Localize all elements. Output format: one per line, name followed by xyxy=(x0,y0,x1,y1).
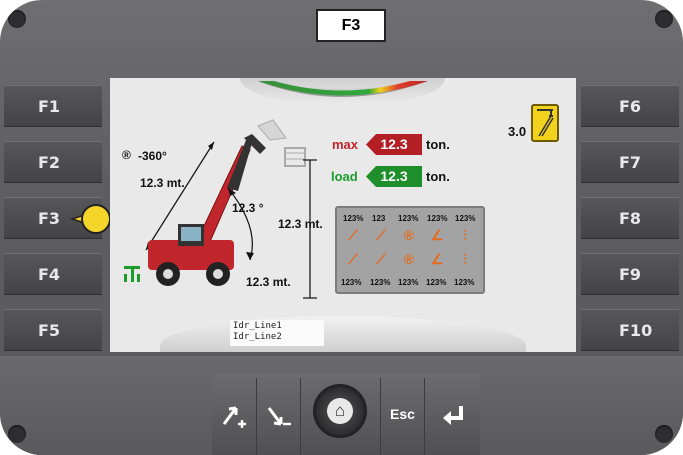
f5-key[interactable]: F5 xyxy=(4,309,102,351)
f10-key[interactable]: F10 xyxy=(581,309,679,351)
increase-icon xyxy=(222,406,246,428)
boom-angle-value: 12.3 ° xyxy=(232,201,264,215)
pointer-marker-icon xyxy=(70,204,111,234)
display-screen: ® -360° 12.3 mt. 12.3 ° 12.3 mt. 12.3 mt… xyxy=(110,78,576,352)
boom-extend-icon: ⟋ xyxy=(376,227,386,243)
bottom-bar xyxy=(160,316,526,352)
f6-key[interactable]: F6 xyxy=(581,85,679,127)
grid-top-value: 123% xyxy=(455,214,476,223)
load-label: load xyxy=(331,169,358,184)
idr-line-2: Idr_Line2 xyxy=(233,332,282,342)
separator xyxy=(300,378,301,455)
grid-bottom-value: 123% xyxy=(341,278,362,287)
enter-button[interactable] xyxy=(425,374,480,455)
f9-key[interactable]: F9 xyxy=(581,253,679,295)
increase-button[interactable] xyxy=(212,374,256,455)
ratio-value: 3.0 xyxy=(508,124,527,139)
decrease-icon xyxy=(267,407,291,426)
winch-icon: ⫶ xyxy=(463,227,467,243)
grid-bottom-value: 123% xyxy=(370,278,391,287)
reach-value: 12.3 mt. xyxy=(246,275,291,289)
idr-line-1: Idr_Line1 xyxy=(233,321,282,331)
grid-bottom-value: 123% xyxy=(398,278,419,287)
winch-icon: ⫶ xyxy=(463,251,467,267)
max-unit: ton. xyxy=(426,137,450,152)
mount-hole xyxy=(655,425,673,443)
mount-hole xyxy=(8,425,26,443)
rotation-icon: ® xyxy=(403,251,415,267)
boom-length-value: 12.3 mt. xyxy=(140,176,185,190)
max-capacity-value: 12.3 xyxy=(366,134,422,155)
f4-key[interactable]: F4 xyxy=(4,253,102,295)
boom-up-icon: ⟋ xyxy=(348,251,358,267)
telehandler-diagram xyxy=(124,119,317,299)
height-value: 12.3 mt. xyxy=(278,217,323,231)
grid-bottom-value: 123% xyxy=(454,278,475,287)
context-key-label: F3 xyxy=(316,9,386,42)
load-unit: ton. xyxy=(426,169,450,184)
mount-hole xyxy=(8,10,26,28)
grid-top-value: 123% xyxy=(427,214,448,223)
tilt-icon: ∠ xyxy=(430,227,444,243)
f7-key[interactable]: F7 xyxy=(581,141,679,183)
load-indicator-grid: 123% 123 123% 123% 123% ⟋ ⟋ ® ∠ ⫶ ⟋ ⟋ ® … xyxy=(335,206,485,294)
esc-button[interactable]: Esc xyxy=(381,374,424,455)
load-value: 12.3 xyxy=(366,166,422,187)
enter-icon xyxy=(442,406,463,425)
grid-top-value: 123% xyxy=(343,214,364,223)
grid-top-value: 123% xyxy=(398,214,419,223)
home-button[interactable]: ⌂ xyxy=(313,384,367,438)
grid-bottom-value: 123% xyxy=(426,278,447,287)
crane-mode-icon xyxy=(531,104,559,142)
idr-text-box: Idr_Line1 Idr_Line2 xyxy=(230,320,324,346)
home-icon: ⌂ xyxy=(327,398,353,424)
decrease-button[interactable] xyxy=(257,374,300,455)
grid-top-value: 123 xyxy=(372,214,386,223)
rotation-icon: ® xyxy=(122,148,131,162)
boom-up-icon: ⟋ xyxy=(348,227,358,243)
f2-key[interactable]: F2 xyxy=(4,141,102,183)
f1-key[interactable]: F1 xyxy=(4,85,102,127)
max-label: max xyxy=(332,137,359,152)
rotation-value: -360° xyxy=(138,149,167,163)
mount-hole xyxy=(655,10,673,28)
boom-extend-icon: ⟋ xyxy=(376,251,386,267)
tilt-icon: ∠ xyxy=(430,251,444,267)
rotation-icon: ® xyxy=(403,227,415,243)
f8-key[interactable]: F8 xyxy=(581,197,679,239)
